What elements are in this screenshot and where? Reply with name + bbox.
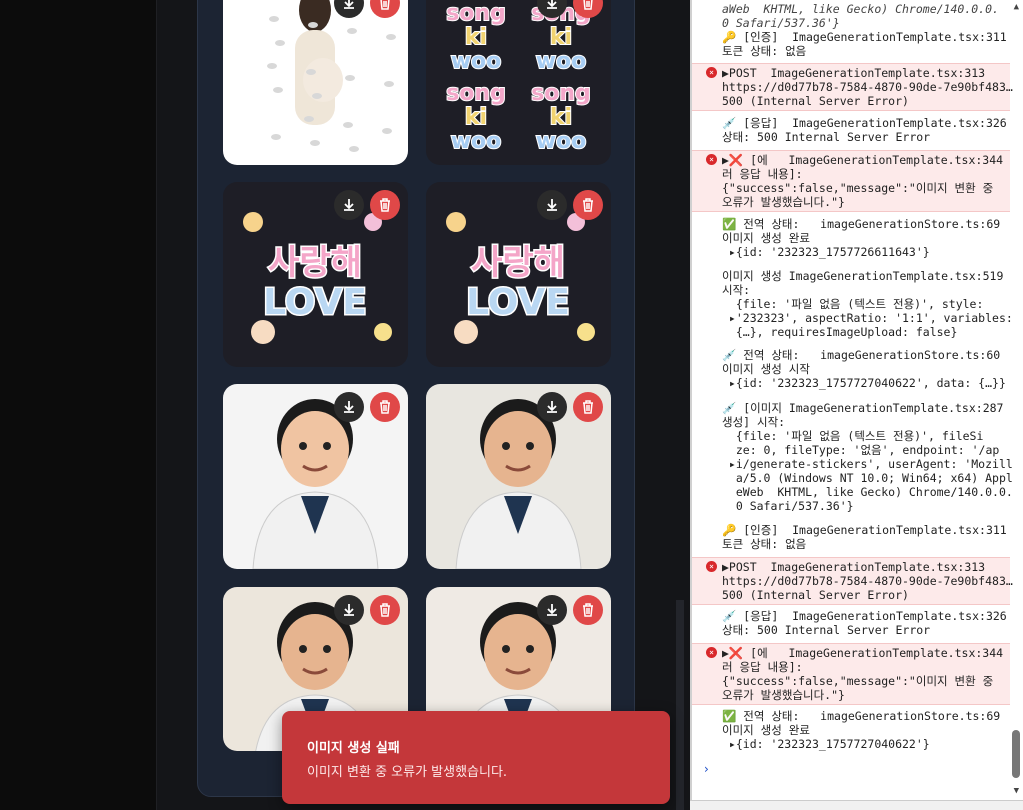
svg-text:사랑해: 사랑해 — [471, 243, 565, 283]
trash-icon — [583, 603, 593, 617]
trash-icon — [583, 198, 593, 212]
svg-text:woo: woo — [451, 129, 502, 154]
error-icon: × — [706, 67, 717, 78]
error-icon: × — [706, 647, 717, 658]
trash-icon — [583, 0, 593, 10]
svg-text:LOVE: LOVE — [466, 282, 570, 323]
download-icon — [547, 604, 557, 616]
scroll-down-arrow-icon[interactable]: ▼ — [1014, 786, 1019, 796]
console-log-entry[interactable]: 💉 [응답] ImageGenerationTemplate.tsx:326 상… — [692, 114, 1010, 148]
console-error-entry[interactable]: × ▶❌ [에 ImageGenerationTemplate.tsx:344 러… — [692, 150, 1010, 212]
trash-icon — [380, 198, 390, 212]
console-entry-text: ✅ 전역 상태: imageGenerationStore.ts:69 이미지 … — [722, 709, 1001, 751]
love-sticker-1[interactable]: 사랑해 LOVE — [223, 182, 408, 367]
svg-text:woo: woo — [536, 49, 587, 74]
page-scrollbar[interactable] — [676, 600, 684, 810]
console-log-entry[interactable]: 이미지 생성 ImageGenerationTemplate.tsx:519 시… — [692, 267, 1013, 343]
svg-text:사랑해: 사랑해 — [268, 243, 362, 283]
download-icon — [344, 604, 354, 616]
doctor-woman-sticker[interactable] — [223, 384, 408, 569]
console-log-entry[interactable]: 🔑 [인증] ImageGenerationTemplate.tsx:311 토… — [692, 521, 1010, 555]
console-log-entry[interactable]: ✅ 전역 상태: imageGenerationStore.ts:69 이미지 … — [692, 215, 1010, 263]
console-log-entry[interactable]: 🔑 [인증] ImageGenerationTemplate.tsx:311 토… — [692, 28, 1010, 62]
svg-text:woo: woo — [536, 129, 587, 154]
download-button[interactable] — [334, 392, 364, 422]
toast-message: 이미지 변환 중 오류가 발생했습니다. — [307, 765, 508, 780]
download-button[interactable] — [537, 595, 567, 625]
delete-button[interactable] — [370, 190, 400, 220]
trash-icon — [380, 400, 390, 414]
download-button[interactable] — [537, 190, 567, 220]
console-log-entry[interactable]: 💉 전역 상태: imageGenerationStore.ts:60 이미지 … — [692, 346, 1010, 394]
console-scrollbar-thumb[interactable] — [1012, 730, 1020, 778]
console-entry-text: 💉 [응답] ImageGenerationTemplate.tsx:326 상… — [722, 116, 1007, 144]
songkiwoo-text-sticker[interactable]: song ki woo song ki woo song ki woo song… — [426, 0, 611, 165]
console-entry-text: ▶❌ [에 ImageGenerationTemplate.tsx:344 러 … — [722, 646, 1004, 702]
console-entry-text: 이미지 생성 ImageGenerationTemplate.tsx:519 시… — [722, 269, 1013, 339]
console-log-entry[interactable]: ✅ 전역 상태: imageGenerationStore.ts:69 이미지 … — [692, 707, 1010, 755]
download-icon — [547, 401, 557, 413]
trash-icon — [583, 400, 593, 414]
console-log-entry[interactable]: 💉 [이미지 ImageGenerationTemplate.tsx:287 생… — [692, 399, 1013, 517]
left-gutter — [0, 0, 156, 810]
delete-button[interactable] — [370, 392, 400, 422]
download-button[interactable] — [334, 595, 364, 625]
console-entry-text: 🔑 [인증] ImageGenerationTemplate.tsx:311 토… — [722, 30, 1007, 58]
console-error-entry[interactable]: × ▶❌ [에 ImageGenerationTemplate.tsx:344 러… — [692, 643, 1010, 705]
download-icon — [547, 0, 557, 9]
svg-text:ki: ki — [465, 105, 487, 130]
svg-text:woo: woo — [451, 49, 502, 74]
scroll-up-arrow-icon[interactable]: ▲ — [1014, 2, 1019, 12]
songkiwoo-art: song ki woo song ki woo song ki woo song… — [445, 0, 592, 155]
toast-title: 이미지 생성 실패 — [307, 741, 400, 756]
download-button[interactable] — [537, 392, 567, 422]
console-entry-text: 💉 [이미지 ImageGenerationTemplate.tsx:287 생… — [722, 401, 1013, 513]
console-entry-text: 🔑 [인증] ImageGenerationTemplate.tsx:311 토… — [722, 523, 1007, 551]
svg-text:LOVE: LOVE — [263, 282, 367, 323]
trash-icon — [380, 0, 390, 10]
trash-icon — [380, 603, 390, 617]
svg-text:ki: ki — [465, 25, 487, 50]
console-error-entry[interactable]: × ▶POST ImageGenerationTemplate.tsx:313 h… — [692, 557, 1013, 605]
error-icon: × — [706, 561, 717, 572]
error-icon: × — [706, 154, 717, 165]
console-entry-text: aWeb KHTML, like Gecko) Chrome/140.0.0. … — [722, 2, 999, 30]
console-entry-text: ✅ 전역 상태: imageGenerationStore.ts:69 이미지 … — [722, 217, 1001, 259]
delete-button[interactable] — [573, 595, 603, 625]
download-icon — [547, 199, 557, 211]
svg-text:song: song — [531, 81, 591, 106]
app-area: song ki woo song ki woo song ki woo song… — [0, 0, 690, 810]
doctor-man-sticker-1[interactable] — [426, 384, 611, 569]
love-sticker-2[interactable]: 사랑해 LOVE — [426, 182, 611, 367]
console-log-entry[interactable]: 💉 [응답] ImageGenerationTemplate.tsx:326 상… — [692, 607, 1010, 641]
svg-text:song: song — [446, 81, 506, 106]
delete-button[interactable] — [370, 595, 400, 625]
console-entry-text: 💉 전역 상태: imageGenerationStore.ts:60 이미지 … — [722, 348, 1006, 390]
console-bottom-bar — [690, 800, 1023, 810]
error-toast[interactable]: 이미지 생성 실패 이미지 변환 중 오류가 발생했습니다. — [282, 711, 670, 804]
download-icon — [344, 199, 354, 211]
download-icon — [344, 401, 354, 413]
console-prompt[interactable]: › — [704, 762, 709, 776]
pregnant-woman-art — [267, 0, 396, 152]
svg-text:ki: ki — [550, 25, 572, 50]
download-button[interactable] — [334, 190, 364, 220]
console-entry-text: ▶POST ImageGenerationTemplate.tsx:313 ht… — [722, 560, 1013, 602]
svg-text:ki: ki — [550, 105, 572, 130]
delete-button[interactable] — [573, 190, 603, 220]
console-entry-text: ▶❌ [에 ImageGenerationTemplate.tsx:344 러 … — [722, 153, 1004, 209]
svg-text:song: song — [446, 1, 506, 26]
console-error-entry[interactable]: × ▶POST ImageGenerationTemplate.tsx:313 h… — [692, 63, 1013, 111]
console-entry-text: ▶POST ImageGenerationTemplate.tsx:313 ht… — [722, 66, 1013, 108]
delete-button[interactable] — [573, 392, 603, 422]
console-entry-text: 💉 [응답] ImageGenerationTemplate.tsx:326 상… — [722, 609, 1007, 637]
devtools-console: ▲ ▼ aWeb KHTML, like Gecko) Chrome/140.0… — [690, 0, 1023, 810]
download-icon — [344, 0, 354, 9]
pregnant-woman-sticker[interactable] — [223, 0, 408, 165]
